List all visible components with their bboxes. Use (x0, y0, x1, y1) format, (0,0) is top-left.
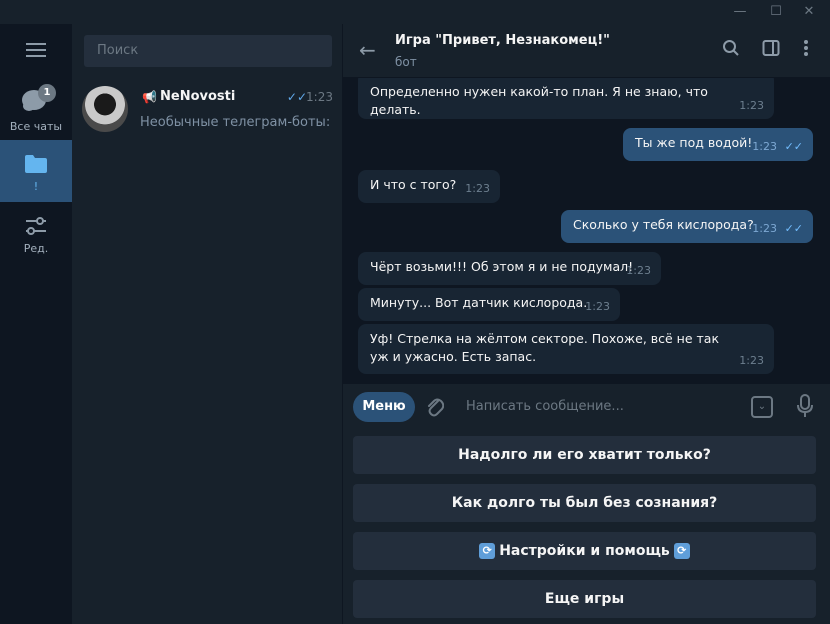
message-time: 1:23 (739, 99, 764, 112)
microphone-icon[interactable] (796, 394, 814, 423)
keyboard-button-label: Настройки и помощь (499, 543, 670, 559)
message-text: Уф! Стрелка на жёлтом секторе. Похоже, в… (370, 331, 720, 364)
message-text: Минуту... Вот датчик кислорода. (370, 295, 588, 310)
keyboard-button-settings[interactable]: ⟳ Настройки и помощь ⟳ (353, 532, 816, 570)
dialog-name: NeNovosti (160, 89, 236, 104)
double-check-icon: ✓✓ (784, 222, 803, 235)
folder-label: Все чаты (9, 120, 63, 133)
folder-all-chats[interactable]: 1 Все чаты (0, 78, 72, 138)
chat-list-panel: Поиск 📢 NeNovosti ✓✓ 1:23 Необычные теле… (72, 24, 343, 624)
bot-keyboard-icon[interactable]: ⌄ (751, 396, 773, 418)
more-options-icon[interactable] (795, 39, 817, 61)
keyboard-button-more-games[interactable]: Еще игры (353, 580, 816, 618)
message-time: 1:23 (752, 222, 777, 235)
folders-sidebar: 1 Все чаты ! Ред. (0, 24, 72, 624)
edit-filters-icon (26, 217, 46, 235)
chat-header: ← Игра "Привет, Незнакомец!" бот (343, 24, 830, 78)
message-bubble[interactable]: Чёрт возьми!!! Об этом я и не подумал! 1… (358, 252, 661, 285)
bot-reply-keyboard: Надолго ли его хватит только? Как долго … (343, 432, 830, 624)
maximize-icon[interactable]: ☐ (760, 0, 792, 24)
minimize-icon[interactable]: — (724, 0, 756, 24)
double-check-icon: ✓✓ (286, 90, 307, 104)
message-text: Чёрт возьми!!! Об этом я и не подумал! (370, 259, 634, 274)
message-time: 1:23 (739, 354, 764, 367)
message-time: 1:23 (626, 264, 651, 277)
message-composer: Меню Написать сообщение... ⌄ (343, 384, 830, 432)
title-bar: — ☐ ✕ (0, 0, 830, 24)
chat-subtitle: бот (395, 55, 417, 69)
chat-title[interactable]: Игра "Привет, Незнакомец!" (395, 33, 610, 48)
message-bubble[interactable]: Определенно нужен какой-то план. Я не зн… (358, 78, 774, 119)
unread-badge: 1 (38, 84, 56, 102)
search-icon[interactable] (720, 39, 742, 61)
hamburger-menu-icon[interactable] (0, 34, 72, 68)
message-text: Определенно нужен какой-то план. Я не зн… (370, 84, 708, 117)
close-icon[interactable]: ✕ (793, 0, 825, 24)
dialog-time: 1:23 (306, 90, 333, 104)
refresh-icon: ⟳ (479, 543, 496, 559)
message-bubble[interactable]: И что с того? 1:23 (358, 170, 500, 203)
folder-label: Ред. (23, 242, 49, 255)
dialog-preview: Необычные телеграм-боты: ... (140, 115, 335, 130)
back-arrow-icon[interactable]: ← (359, 38, 376, 62)
folder-label: ! (33, 180, 39, 193)
message-time: 1:23 (585, 300, 610, 313)
megaphone-icon: 📢 (142, 90, 157, 104)
folder-edit[interactable]: Ред. (0, 208, 72, 264)
message-bubble[interactable]: Сколько у тебя кислорода? 1:23 ✓✓ (561, 210, 813, 243)
message-time: 1:23 (752, 140, 777, 153)
message-bubble[interactable]: Ты же под водой! 1:23 ✓✓ (623, 128, 813, 161)
refresh-icon: ⟳ (673, 543, 690, 559)
dialog-item[interactable]: 📢 NeNovosti ✓✓ 1:23 Необычные телеграм-б… (72, 80, 343, 142)
attach-icon[interactable] (426, 396, 445, 423)
sidebar-toggle-icon[interactable] (760, 39, 782, 61)
double-check-icon: ✓✓ (784, 140, 803, 153)
avatar (82, 86, 128, 132)
messages-area: Определенно нужен какой-то план. Я не зн… (343, 78, 830, 384)
folder-icon (25, 155, 47, 173)
message-input[interactable]: Написать сообщение... (466, 399, 716, 414)
folder-exclamation[interactable]: ! (0, 140, 72, 202)
search-input[interactable]: Поиск (84, 35, 332, 67)
message-time: 1:23 (465, 182, 490, 195)
keyboard-button-how-long[interactable]: Надолго ли его хватит только? (353, 436, 816, 474)
keyboard-button-unconscious[interactable]: Как долго ты был без сознания? (353, 484, 816, 522)
message-bubble[interactable]: Минуту... Вот датчик кислорода. 1:23 (358, 288, 620, 321)
bot-menu-button[interactable]: Меню (353, 392, 415, 422)
message-bubble[interactable]: Уф! Стрелка на жёлтом секторе. Похоже, в… (358, 324, 774, 374)
